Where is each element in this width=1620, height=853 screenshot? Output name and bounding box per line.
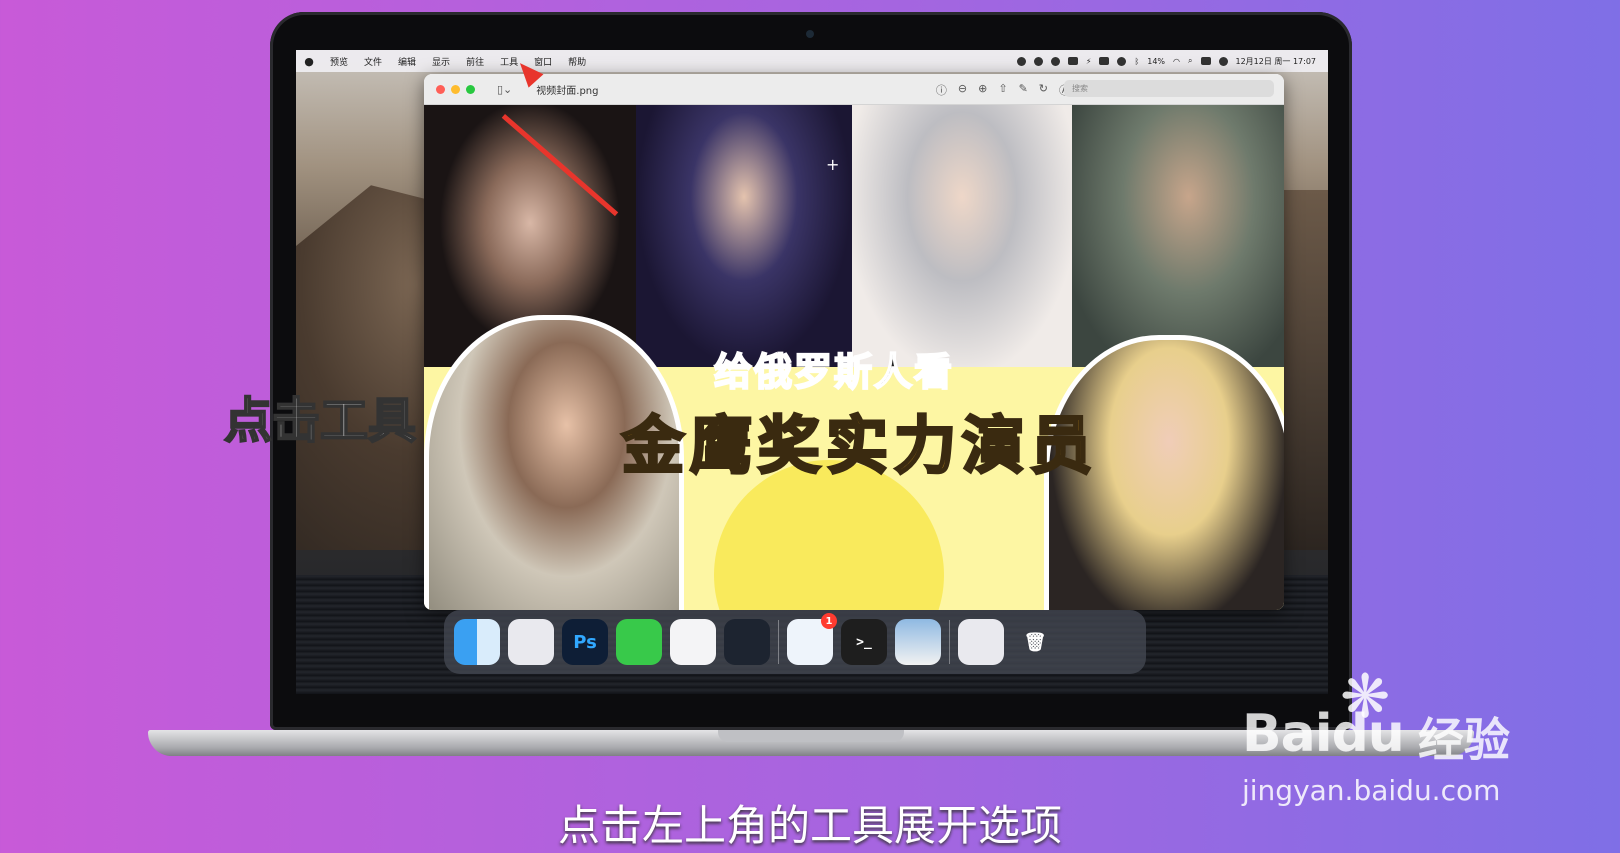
cat-icon[interactable] [1033, 56, 1043, 66]
cover-headline-1: 给俄罗斯人看 [713, 349, 955, 395]
watermark-brand: Baidu [1242, 704, 1405, 764]
toolbar: ⓘ ⊖ ⊕ ⇧ ✎ ↻ Ⓐ [936, 82, 1070, 98]
mail-badge: 1 [821, 613, 837, 629]
menu-edit[interactable]: 编辑 [390, 55, 424, 68]
watermark-du: du [1331, 704, 1405, 764]
downloads-stack-icon[interactable] [958, 619, 1004, 665]
photo-actor-2 [1072, 105, 1284, 367]
menu-help[interactable]: 帮助 [560, 55, 594, 68]
title-bar: ▯⌄ 视频封面.png ⓘ ⊖ ⊕ ⇧ ✎ ↻ Ⓐ 搜索 [424, 74, 1284, 105]
dock-separator-2 [949, 620, 950, 664]
wifi-icon[interactable]: ◠ [1173, 57, 1180, 66]
cover-headline-2: 金鹰奖实力演员 [620, 408, 1099, 484]
dock: Ps 1 >_ 🗑 [444, 610, 1146, 674]
photo-actress-2 [852, 105, 1072, 367]
terminal-icon[interactable]: >_ [841, 619, 887, 665]
siri-icon[interactable] [1218, 56, 1228, 66]
preview-app-icon[interactable] [895, 619, 941, 665]
search-input[interactable]: 搜索 [1064, 80, 1274, 97]
zoom-in-icon[interactable]: ⊕ [978, 82, 987, 98]
camera-icon [806, 30, 814, 38]
close-icon[interactable] [436, 84, 445, 94]
menu-preview[interactable]: 预览 [322, 55, 356, 68]
screen: ● 预览 文件 编辑 显示 前往 工具 窗口 帮助 ⚡ ᛒ 14% ◠ ⌕ 12… [296, 50, 1328, 694]
rotate-icon[interactable]: ↻ [1039, 82, 1048, 98]
apple-icon[interactable]: ● [296, 55, 322, 68]
minimize-icon[interactable] [451, 84, 460, 94]
status-area: ⚡ ᛒ 14% ◠ ⌕ 12月12日 周一 17:07 [1016, 56, 1328, 67]
window-controls [424, 84, 475, 94]
markup-icon[interactable]: ✎ [1019, 82, 1028, 98]
control-center-icon[interactable] [1200, 57, 1211, 65]
maximize-icon[interactable] [466, 84, 475, 94]
clock-text[interactable]: 12月12日 周一 17:07 [1236, 56, 1317, 67]
messages-icon[interactable] [616, 619, 662, 665]
search-icon[interactable]: ⌕ [1188, 56, 1192, 66]
input-method-icon[interactable] [1099, 57, 1110, 65]
laptop-notch [718, 730, 904, 742]
user-icon[interactable] [1117, 56, 1127, 66]
sidebar-toggle-icon[interactable]: ▯⌄ [497, 83, 512, 96]
watermark-url: jingyan.baidu.com [1242, 774, 1501, 807]
watermark-bai: Bai [1242, 704, 1333, 764]
zoom-out-icon[interactable]: ⊖ [958, 82, 967, 98]
launchpad-icon[interactable] [508, 619, 554, 665]
trash-icon[interactable]: 🗑 [1012, 619, 1058, 665]
preview-window: ▯⌄ 视频封面.png ⓘ ⊖ ⊕ ⇧ ✎ ↻ Ⓐ 搜索 + [424, 74, 1284, 610]
menu-bar: ● 预览 文件 编辑 显示 前往 工具 窗口 帮助 ⚡ ᛒ 14% ◠ ⌕ 12… [296, 50, 1328, 72]
menu-go[interactable]: 前往 [458, 55, 492, 68]
record-icon[interactable] [1016, 56, 1026, 66]
info-icon[interactable]: ⓘ [936, 82, 947, 98]
side-caption: 点击工具 [223, 392, 417, 450]
mail-icon[interactable]: 1 [787, 613, 837, 665]
photo-actor-1 [636, 105, 852, 367]
bolt-icon[interactable]: ⚡ [1086, 57, 1092, 66]
watermark-jingyan: 经验 [1418, 713, 1510, 767]
photoshop-icon[interactable]: Ps [562, 619, 608, 665]
laptop-lid: ● 预览 文件 编辑 显示 前往 工具 窗口 帮助 ⚡ ᛒ 14% ◠ ⌕ 12… [270, 12, 1352, 730]
safari-icon[interactable] [670, 619, 716, 665]
shield-icon[interactable] [1050, 56, 1060, 66]
menu-view[interactable]: 显示 [424, 55, 458, 68]
menu-file[interactable]: 文件 [356, 55, 390, 68]
crosshair-cursor-icon: + [826, 155, 840, 174]
finder-icon[interactable] [454, 619, 500, 665]
bluetooth-icon[interactable]: ᛒ [1134, 57, 1139, 66]
share-icon[interactable]: ⇧ [998, 82, 1007, 98]
image-canvas: + 给俄罗斯人看 金鹰奖实力演员 [424, 105, 1284, 610]
dock-separator [778, 620, 779, 664]
document-title: 视频封面.png [536, 85, 599, 97]
battery-text[interactable]: 14% [1147, 57, 1165, 66]
dock-icon[interactable] [1067, 57, 1078, 65]
quicktime-icon[interactable] [724, 619, 770, 665]
